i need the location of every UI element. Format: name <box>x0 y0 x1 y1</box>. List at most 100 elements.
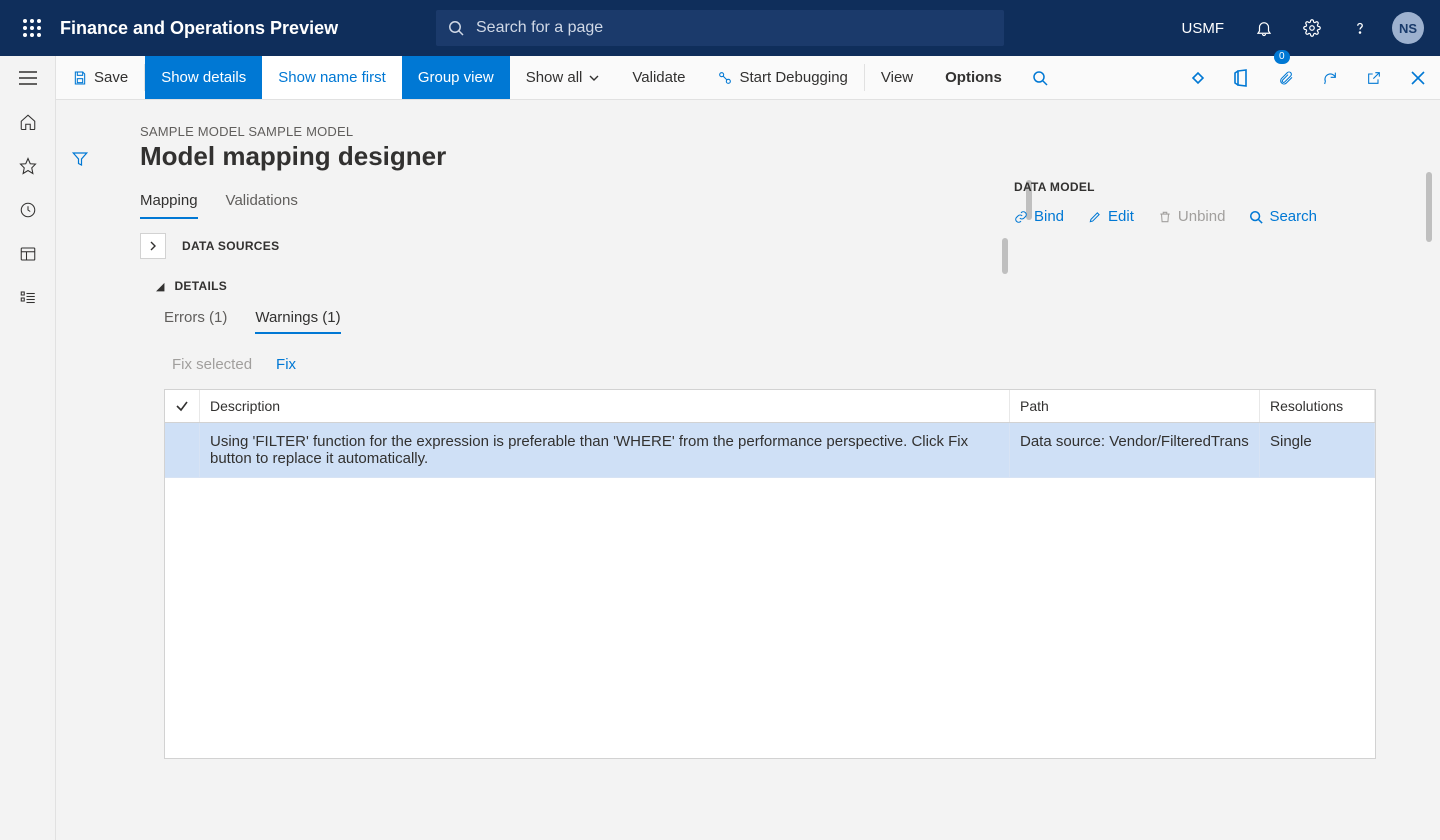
tab-validations[interactable]: Validations <box>226 192 298 219</box>
nav-modules[interactable] <box>0 276 56 320</box>
collapse-caret-icon: ◢ <box>156 280 164 293</box>
search-button[interactable]: Search <box>1249 208 1317 225</box>
command-bar: Save Show details Show name first Group … <box>56 56 1440 100</box>
options-button[interactable]: Options <box>929 56 1018 99</box>
find-button[interactable] <box>1018 56 1062 100</box>
fix-bar: Fix selected Fix <box>56 334 1440 385</box>
trash-icon <box>1158 210 1172 224</box>
bind-button[interactable]: Bind <box>1014 208 1064 225</box>
show-name-first-button[interactable]: Show name first <box>262 56 402 99</box>
link-icon <box>1014 210 1028 224</box>
save-icon <box>72 70 88 86</box>
user-avatar[interactable]: NS <box>1392 12 1424 44</box>
chevron-down-icon <box>588 72 600 84</box>
data-sources-row: DATA SOURCES <box>56 219 1440 267</box>
notifications-button[interactable] <box>1240 0 1288 56</box>
scrollbar[interactable] <box>1426 172 1432 242</box>
debug-icon <box>717 70 733 86</box>
close-icon <box>1411 71 1425 85</box>
nav-workspaces[interactable] <box>0 232 56 276</box>
filter-icon <box>71 150 89 168</box>
diamond-icon <box>1190 70 1206 86</box>
data-model-title: DATA MODEL <box>1014 180 1414 194</box>
edit-label: Edit <box>1108 208 1134 225</box>
data-sources-expand-button[interactable] <box>140 233 166 259</box>
page-header: SAMPLE MODEL SAMPLE MODEL Model mapping … <box>56 100 1440 172</box>
show-all-label: Show all <box>526 69 583 86</box>
gear-icon <box>1303 19 1321 37</box>
office-icon <box>1234 69 1250 87</box>
group-view-button[interactable]: Group view <box>402 56 510 99</box>
fix-selected-button: Fix selected <box>172 356 252 373</box>
search-input[interactable] <box>436 10 1004 46</box>
view-button[interactable]: View <box>865 56 929 99</box>
top-header: Finance and Operations Preview USMF NS <box>0 0 1440 56</box>
detail-tabs: Errors (1) Warnings (1) <box>56 309 1440 334</box>
table-header-row: Description Path Resolutions <box>165 390 1375 423</box>
left-rail <box>0 56 56 840</box>
row-select-cell[interactable] <box>165 423 200 478</box>
help-icon <box>1351 19 1369 37</box>
refresh-button[interactable] <box>1308 56 1352 100</box>
office-button[interactable] <box>1220 56 1264 100</box>
cell-description: Using 'FILTER' function for the expressi… <box>200 423 1010 478</box>
hamburger-icon <box>19 71 37 85</box>
save-label: Save <box>94 69 128 86</box>
table-row[interactable]: Using 'FILTER' function for the expressi… <box>165 423 1375 478</box>
group-view-label: Group view <box>418 69 494 86</box>
tab-errors[interactable]: Errors (1) <box>164 309 227 334</box>
fix-button[interactable]: Fix <box>276 356 296 373</box>
details-header[interactable]: ◢ DETAILS <box>56 267 1440 301</box>
nav-home[interactable] <box>0 100 56 144</box>
close-button[interactable] <box>1396 56 1440 100</box>
splitter-handle[interactable] <box>1002 238 1008 274</box>
search-icon <box>448 20 464 36</box>
nav-expand-button[interactable] <box>0 56 56 100</box>
filter-button[interactable] <box>71 150 89 168</box>
attachments-button[interactable]: 0 <box>1264 56 1308 100</box>
col-path[interactable]: Path <box>1010 390 1260 423</box>
peek-button[interactable] <box>1176 56 1220 100</box>
popout-button[interactable] <box>1352 56 1396 100</box>
show-details-button[interactable]: Show details <box>145 56 262 99</box>
bind-label: Bind <box>1034 208 1064 225</box>
edit-icon <box>1088 210 1102 224</box>
star-icon <box>19 157 37 175</box>
unbind-button: Unbind <box>1158 208 1226 225</box>
modules-icon <box>19 289 37 307</box>
col-resolutions[interactable]: Resolutions <box>1260 390 1375 423</box>
start-debugging-button[interactable]: Start Debugging <box>701 56 863 99</box>
paperclip-icon <box>1278 70 1294 86</box>
search-wrap <box>436 10 1004 46</box>
check-icon <box>175 399 189 413</box>
clock-icon <box>19 201 37 219</box>
workspace-icon <box>19 245 37 263</box>
col-description[interactable]: Description <box>200 390 1010 423</box>
data-model-panel: DATA MODEL Bind Edit Unbind Search <box>1014 180 1414 225</box>
tab-mapping[interactable]: Mapping <box>140 192 198 219</box>
nav-recent[interactable] <box>0 188 56 232</box>
attachments-count: 0 <box>1274 50 1290 64</box>
options-label: Options <box>945 69 1002 86</box>
select-all-header[interactable] <box>165 390 200 423</box>
waffle-icon <box>23 19 41 37</box>
settings-button[interactable] <box>1288 0 1336 56</box>
help-button[interactable] <box>1336 0 1384 56</box>
body: SAMPLE MODEL SAMPLE MODEL Model mapping … <box>56 100 1440 840</box>
unbind-label: Unbind <box>1178 208 1226 225</box>
search-icon <box>1032 70 1048 86</box>
breadcrumb: SAMPLE MODEL SAMPLE MODEL <box>140 124 1416 139</box>
edit-button[interactable]: Edit <box>1088 208 1134 225</box>
filter-column <box>56 136 104 168</box>
save-button[interactable]: Save <box>56 56 144 99</box>
search-icon <box>1249 210 1263 224</box>
validate-button[interactable]: Validate <box>616 56 701 99</box>
app-launcher-button[interactable] <box>8 0 56 56</box>
show-details-label: Show details <box>161 69 246 86</box>
nav-favorites[interactable] <box>0 144 56 188</box>
company-label[interactable]: USMF <box>1166 20 1241 37</box>
search-label: Search <box>1269 208 1317 225</box>
show-all-button[interactable]: Show all <box>510 56 617 99</box>
tab-warnings[interactable]: Warnings (1) <box>255 309 340 334</box>
bell-icon <box>1255 19 1273 37</box>
